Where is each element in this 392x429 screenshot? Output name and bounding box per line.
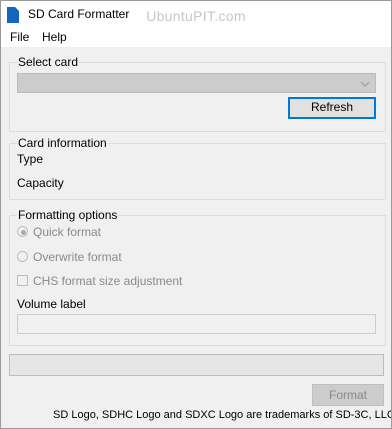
card-information-label: Card information (17, 136, 108, 150)
volume-label-label: Volume label (17, 297, 86, 311)
refresh-button[interactable]: Refresh (288, 97, 376, 119)
capacity-label: Capacity (17, 176, 64, 190)
radio-selected-dot (21, 230, 26, 235)
quick-format-label: Quick format (33, 225, 102, 239)
chs-adjustment-label: CHS format size adjustment (33, 274, 183, 288)
overwrite-format-radio[interactable] (17, 251, 28, 262)
menu-help[interactable]: Help (41, 30, 68, 44)
trademark-notice: SD Logo, SDHC Logo and SDXC Logo are tra… (53, 409, 392, 421)
format-progress-bar (9, 354, 384, 376)
app-window: SD Card Formatter UbuntuPIT.com File Hel… (0, 0, 392, 429)
format-button[interactable]: Format (312, 384, 384, 406)
type-label: Type (17, 152, 44, 166)
select-card-label: Select card (17, 55, 80, 69)
card-select-dropdown[interactable] (17, 73, 376, 93)
menu-bar: File Help (1, 29, 391, 47)
card-information-group (9, 143, 386, 200)
quick-format-radio[interactable] (17, 226, 28, 237)
watermark-text: UbuntuPIT.com (146, 8, 246, 24)
formatting-options-label: Formatting options (17, 208, 119, 222)
chevron-down-icon (360, 78, 370, 88)
overwrite-format-label: Overwrite format (33, 250, 122, 264)
menu-file[interactable]: File (9, 30, 30, 44)
volume-label-input[interactable] (17, 314, 376, 334)
title-bar: SD Card Formatter UbuntuPIT.com (1, 1, 391, 29)
chs-adjustment-checkbox[interactable] (17, 275, 28, 286)
